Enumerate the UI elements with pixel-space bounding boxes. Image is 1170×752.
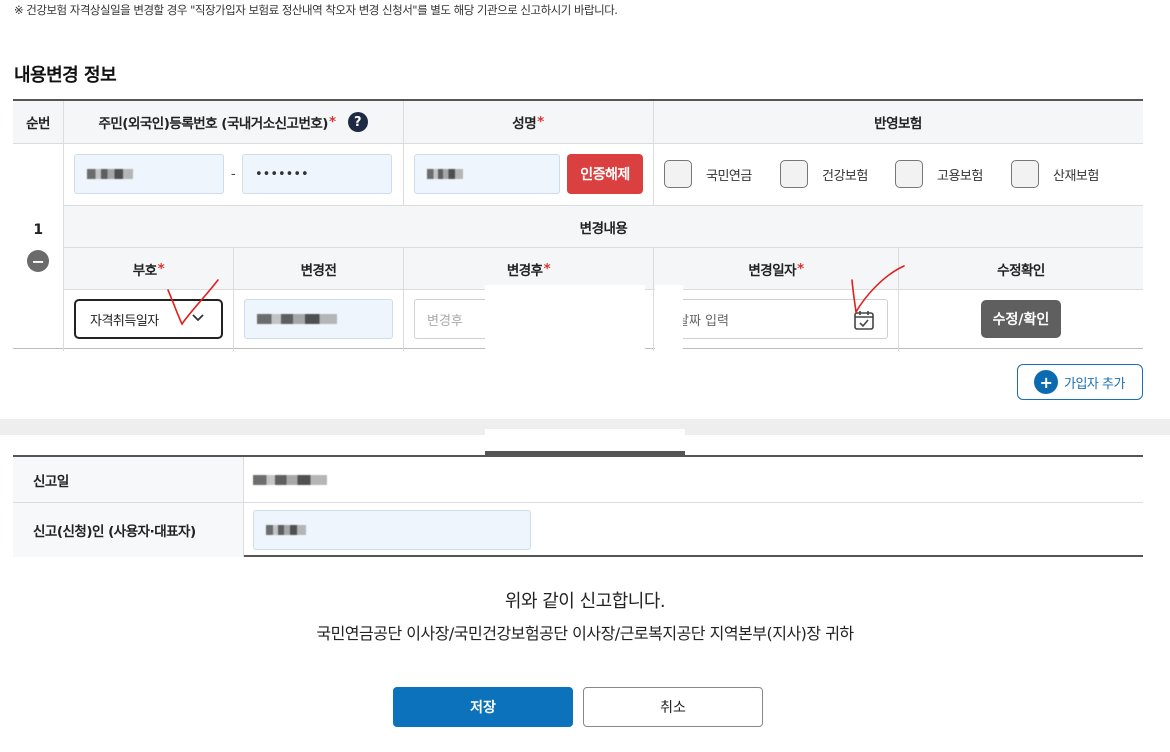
declaration-line-1: 위와 같이 신고합니다. bbox=[504, 591, 666, 612]
checkbox-label: 건강보험 bbox=[822, 168, 868, 184]
checkbox-label: 산재보험 bbox=[1053, 168, 1099, 184]
check-annotation-icon bbox=[167, 279, 219, 326]
report-info-table: 신고일 신고(신청)인 (사용자·대표자) bbox=[13, 455, 1143, 557]
seq-number: 1 bbox=[33, 222, 43, 238]
header-code-label: 부호 bbox=[132, 262, 157, 279]
checkbox-box[interactable] bbox=[664, 160, 692, 188]
checkbox-industrial-insurance[interactable]: 산재보험 bbox=[1011, 160, 1099, 188]
report-date-label: 신고일 bbox=[13, 457, 243, 502]
plus-circle-icon: + bbox=[1034, 370, 1058, 394]
applicant-input[interactable] bbox=[253, 510, 531, 550]
id-front-input[interactable] bbox=[74, 154, 224, 194]
checkbox-box[interactable] bbox=[895, 160, 923, 188]
code-select-value: 자격취득일자 bbox=[90, 313, 159, 329]
id-back-input[interactable]: ••••••• bbox=[242, 154, 392, 194]
header-id-number-label: 주민(외국인)등록번호 (국내거소신고번호) bbox=[98, 116, 328, 132]
minus-circle-icon[interactable]: − bbox=[27, 250, 49, 272]
question-circle-icon[interactable]: ? bbox=[347, 112, 368, 132]
checkbox-label: 고용보험 bbox=[937, 168, 983, 184]
divider bbox=[653, 247, 654, 351]
seq-cell: 1 − bbox=[13, 143, 63, 351]
name-input[interactable] bbox=[414, 154, 560, 194]
divider bbox=[653, 101, 654, 205]
checkbox-box[interactable] bbox=[1011, 160, 1039, 188]
header-before: 변경전 bbox=[234, 248, 403, 289]
checkbox-box[interactable] bbox=[780, 160, 808, 188]
header-seq: 순번 bbox=[13, 101, 63, 143]
masked-value bbox=[266, 525, 306, 535]
header-date-label: 변경일자 bbox=[748, 262, 797, 279]
edit-confirm-button[interactable]: 수정/확인 bbox=[981, 300, 1061, 338]
check-annotation-icon bbox=[851, 265, 905, 315]
header-confirm: 수정확인 bbox=[899, 248, 1143, 289]
divider bbox=[233, 247, 234, 351]
required-mark: * bbox=[328, 114, 336, 130]
overlay-patch bbox=[485, 285, 645, 355]
header-insurance: 반영보험 bbox=[653, 101, 1143, 143]
masked-value bbox=[257, 314, 337, 324]
section-title: 내용변경 정보 bbox=[14, 65, 117, 86]
date-input-placeholder: 날짜 입력 bbox=[677, 313, 729, 329]
overlay-patch bbox=[485, 429, 685, 451]
required-mark: * bbox=[797, 260, 804, 277]
required-mark: * bbox=[537, 114, 544, 130]
checkbox-national-pension[interactable]: 국민연금 bbox=[664, 160, 752, 188]
add-member-button[interactable]: + 가입자 추가 bbox=[1017, 364, 1143, 400]
divider bbox=[403, 247, 404, 351]
masked-value bbox=[253, 474, 327, 485]
overlay-patch bbox=[655, 285, 683, 355]
masked-value bbox=[87, 169, 133, 179]
divider bbox=[13, 143, 1143, 144]
checkbox-health-insurance[interactable]: 건강보험 bbox=[780, 160, 868, 188]
add-member-label: 가입자 추가 bbox=[1064, 376, 1125, 392]
divider bbox=[403, 101, 404, 205]
id-separator: - bbox=[230, 166, 236, 182]
required-mark: * bbox=[543, 260, 551, 277]
save-button[interactable]: 저장 bbox=[393, 687, 573, 727]
checkbox-employment-insurance[interactable]: 고용보험 bbox=[895, 160, 983, 188]
header-name: 성명 * bbox=[403, 101, 653, 143]
report-applicant-label: 신고(신청)인 (사용자·대표자) bbox=[13, 503, 243, 557]
declaration-line-2: 국민연금공단 이사장/국민건강보험공단 이사장/근로복지공단 지역본부(지사)장… bbox=[316, 624, 854, 643]
divider bbox=[243, 457, 244, 557]
masked-value bbox=[427, 169, 463, 179]
auth-cancel-button[interactable]: 인증해제 bbox=[567, 154, 643, 194]
cancel-button[interactable]: 취소 bbox=[583, 687, 763, 727]
before-value-field bbox=[244, 299, 393, 339]
header-after-label: 변경후 bbox=[506, 262, 543, 279]
notice-text: ※ 건강보험 자격상실일을 변경할 경우 "직장가입자 보험료 정산내역 착오자… bbox=[14, 3, 618, 17]
report-date-value bbox=[253, 457, 1143, 502]
change-content-title: 변경내용 bbox=[64, 206, 1143, 247]
checkbox-label: 국민연금 bbox=[706, 168, 752, 184]
header-after: 변경후 * bbox=[404, 248, 653, 289]
header-id-number: 주민(외국인)등록번호 (국내거소신고번호) * ? bbox=[63, 101, 403, 143]
header-name-label: 성명 bbox=[512, 116, 537, 132]
